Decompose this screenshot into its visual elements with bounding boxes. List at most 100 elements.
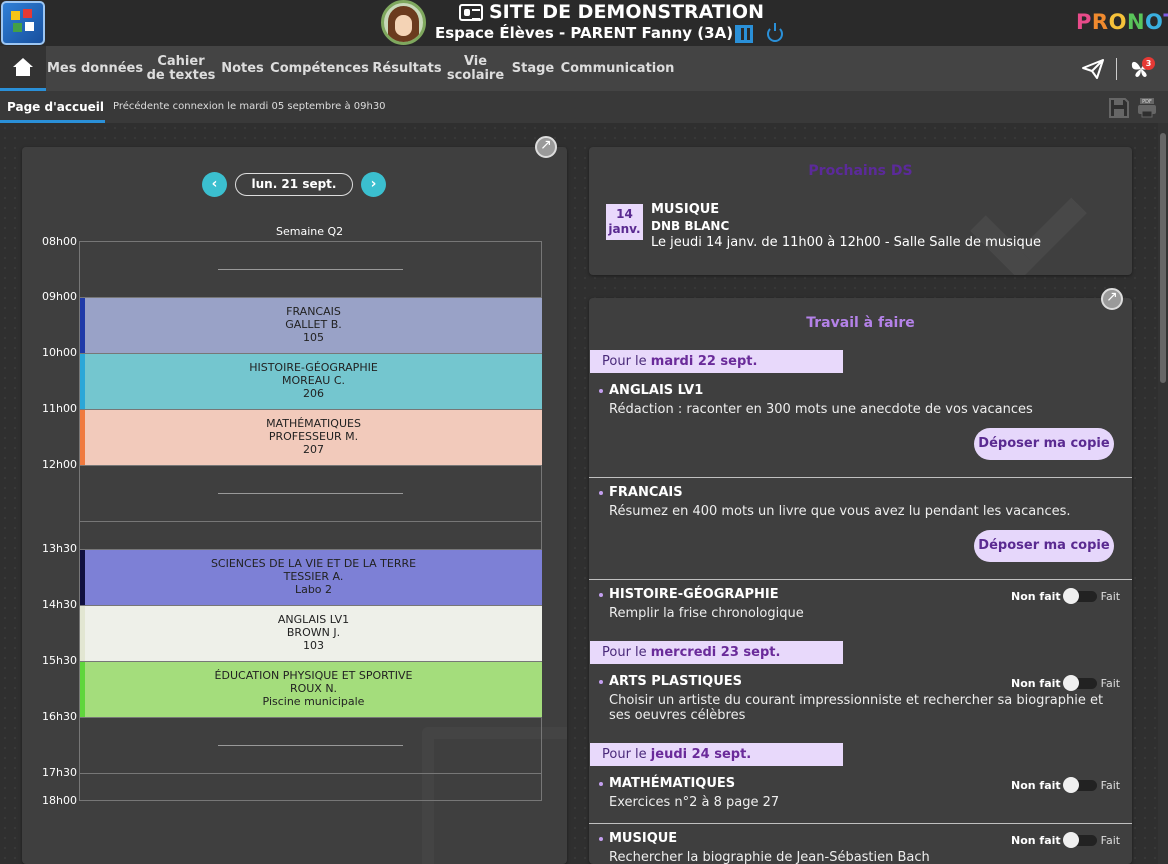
student-avatar[interactable] [381,0,426,45]
course-svt[interactable]: SCIENCES DE LA VIE ET DE LA TERRE TESSIE… [80,550,542,605]
homework-description: Choisir un artiste du courant impression… [609,693,1104,723]
ds-subject: MUSIQUE [651,202,720,217]
done-toggle[interactable]: Non fait Fait [1011,586,1120,606]
toggle-switch[interactable] [1062,831,1097,848]
homework-day-header: Pour le mercredi 23 sept. [590,641,843,664]
course-eps[interactable]: ÉDUCATION PHYSIQUE ET SPORTIVE ROUX N. P… [80,662,542,717]
nav-notes[interactable]: Notes [220,46,265,91]
course-room: 103 [303,639,324,652]
course-subject: ÉDUCATION PHYSIQUE ET SPORTIVE [214,669,413,682]
time-label: 10h00 [42,346,77,359]
qr-code-icon[interactable] [735,25,753,43]
homework-subject: ARTS PLASTIQUES [598,674,743,689]
schedule-panel: ‹ lun. 21 sept. › Semaine Q2 08h00 09h00… [22,147,567,864]
toggle-switch[interactable] [1062,674,1097,691]
time-label: 09h00 [42,290,77,303]
notification-count-badge: 3 [1142,57,1155,70]
tab-page-accueil[interactable]: Page d'accueil [0,91,105,123]
homework-description: Rechercher la biographie de Jean-Sébasti… [609,850,930,864]
homework-description: Exercices n°2 à 8 page 27 [609,795,780,810]
page-scrollbar[interactable] [1158,123,1168,864]
ds-date-badge: 14 janv. [606,204,643,240]
course-histoire-geographie[interactable]: HISTOIRE-GÉOGRAPHIE MOREAU C. 206 [80,354,542,409]
id-card-icon [459,3,483,21]
next-ds-panel: Prochains DS 14 janv. MUSIQUE DNB BLANC … [589,147,1132,275]
logout-power-icon[interactable] [767,23,783,42]
time-label: 11h00 [42,402,77,415]
nav-divider [1116,58,1117,80]
time-label: 16h30 [42,710,77,723]
deposit-copy-button[interactable]: Déposer ma copie [974,530,1114,562]
time-label: 18h00 [42,794,77,807]
ds-date-month: janv. [608,222,641,236]
done-toggle[interactable]: Non fait Fait [1011,775,1120,795]
homework-description: Remplir la frise chronologique [609,606,804,621]
nav-competences[interactable]: Compétences [270,46,369,91]
ds-date-day: 14 [616,207,633,221]
time-label: 14h30 [42,598,77,611]
homework-subject: MUSIQUE [598,831,678,846]
course-room: Labo 2 [294,583,333,596]
checkmark-watermark-icon [970,163,1087,275]
pronote-logo-icon[interactable] [1,1,45,45]
paper-plane-icon [1082,58,1104,79]
time-label: 17h30 [42,766,77,779]
course-teacher: ROUX N. [289,682,338,695]
svg-text:PDF: PDF [1142,99,1152,105]
notifications-button[interactable]: 3 [1124,46,1158,91]
homework-subject: MATHÉMATIQUES [598,776,736,791]
ds-type: DNB BLANC [651,219,730,233]
homework-panel: Travail à faire Pour le mardi 22 sept. A… [589,298,1132,864]
course-subject: MATHÉMATIQUES [266,417,361,430]
course-subject: ANGLAIS LV1 [277,613,350,626]
next-day-button[interactable]: › [361,172,386,197]
previous-connection-text: Précédente connexion le mardi 05 septemb… [113,101,386,112]
home-icon [13,58,33,76]
done-toggle[interactable]: Non fait Fait [1011,830,1120,850]
course-room: 207 [303,443,324,456]
site-title-text: SITE DE DEMONSTRATION [489,1,764,23]
nav-cahier-de-textes[interactable]: Cahier de textes [146,46,216,91]
date-selector[interactable]: lun. 21 sept. [235,173,353,196]
course-subject: HISTOIRE-GÉOGRAPHIE [249,361,378,374]
print-pdf-icon[interactable]: PDF [1136,97,1158,119]
homework-subject: HISTOIRE-GÉOGRAPHIE [599,587,779,602]
course-teacher: MOREAU C. [282,374,345,387]
expand-schedule-icon[interactable] [535,136,557,158]
space-label: Espace Élèves - PARENT Fanny (3A) [435,24,734,42]
course-teacher: BROWN J. [286,626,341,639]
nav-communication[interactable]: Communication [561,46,675,91]
course-anglais-lv1[interactable]: ANGLAIS LV1 BROWN J. 103 [80,606,542,661]
course-mathematiques[interactable]: MATHÉMATIQUES PROFESSEUR M. 207 [80,410,542,465]
home-button[interactable] [0,46,46,91]
time-label: 13h30 [42,542,77,555]
homework-subject: ANGLAIS LV1 [598,383,704,398]
week-label: Semaine Q2 [276,225,344,238]
previous-day-button[interactable]: ‹ [202,172,227,197]
done-toggle[interactable]: Non fait Fait [1011,673,1120,693]
course-subject: FRANCAIS [286,305,341,318]
site-title: SITE DE DEMONSTRATION [459,0,764,24]
nav-vie-scolaire[interactable]: Vie scolaire [447,46,504,91]
homework-day-header: Pour le jeudi 24 sept. [590,743,843,766]
messaging-button[interactable] [1076,46,1110,91]
homework-subject: FRANCAIS [599,485,683,500]
deposit-copy-button[interactable]: Déposer ma copie [974,428,1114,460]
nav-stage[interactable]: Stage [511,46,555,91]
course-room: Piscine municipale [262,695,365,708]
expand-homework-icon[interactable] [1101,288,1123,310]
save-icon[interactable] [1108,97,1130,119]
course-francais[interactable]: FRANCAIS GALLET B. 105 [80,298,542,353]
homework-description: Rédaction : raconter en 300 mots une ane… [609,402,1033,417]
course-room: 206 [303,387,324,400]
course-subject: SCIENCES DE LA VIE ET DE LA TERRE [210,557,417,570]
homework-title: Travail à faire [806,315,915,331]
homework-day-header: Pour le mardi 22 sept. [590,350,843,373]
toggle-switch[interactable] [1062,776,1097,793]
ds-title: Prochains DS [808,163,913,179]
sub-nav: Page d'accueil Précédente connexion le m… [0,91,1168,123]
nav-mes-donnees[interactable]: Mes données [47,46,143,91]
main-nav: Mes données Cahier de textes Notes Compé… [0,46,1168,91]
toggle-switch[interactable] [1062,587,1097,604]
nav-resultats[interactable]: Résultats [372,46,441,91]
